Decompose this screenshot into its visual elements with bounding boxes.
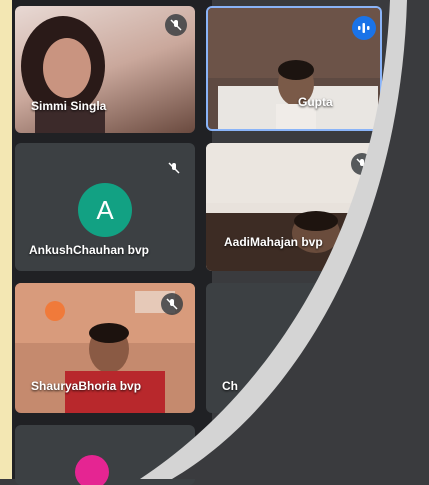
left-border-strip xyxy=(0,0,12,479)
participant-name: AadiMahajan bvp xyxy=(224,235,323,249)
mic-off-icon xyxy=(351,153,373,175)
participant-name: AnkushChauhan bvp xyxy=(29,243,150,257)
participant-name: Ch xyxy=(222,379,238,393)
participant-name: Simmi Singla xyxy=(31,99,107,113)
mic-off-icon xyxy=(165,14,187,36)
audio-wave-icon xyxy=(352,16,376,40)
participant-name: Gupta xyxy=(298,95,333,109)
avatar-letter: A xyxy=(96,194,114,225)
avatar: A xyxy=(78,183,132,237)
participant-tile-ankushchauhan[interactable]: A AnkushChauhan bvp xyxy=(15,143,195,271)
participant-tile-simmi-singla[interactable]: Simmi Singla xyxy=(15,6,195,133)
participant-tile-aadimahajan[interactable]: AadiMahajan bvp xyxy=(206,143,382,271)
participant-tile-ch[interactable]: Ch xyxy=(206,283,382,413)
participant-tile-partial[interactable] xyxy=(15,425,195,485)
avatar xyxy=(75,455,109,485)
participant-tile-gupta[interactable]: Gupta xyxy=(206,6,382,131)
participant-tile-shauryabhoria[interactable]: ShauryaBhoria bvp xyxy=(15,283,195,413)
mic-off-icon xyxy=(161,293,183,315)
participant-name: ShauryaBhoria bvp xyxy=(31,379,142,393)
mic-off-icon xyxy=(163,157,185,179)
